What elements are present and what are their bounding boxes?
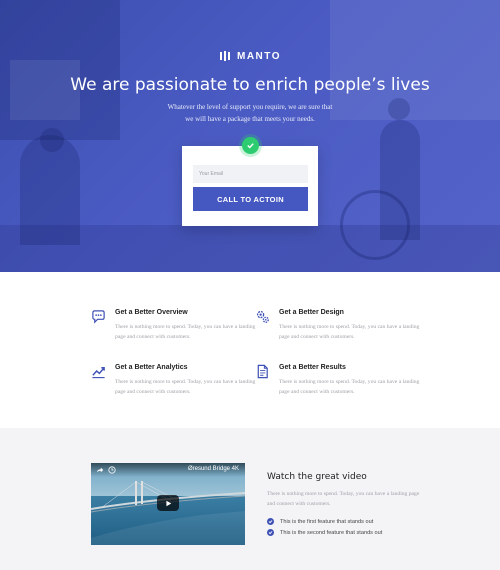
hero-subtitle-line: we will have a package that meets your n… — [185, 115, 315, 123]
hero-section: MANTO We are passionate to enrich people… — [0, 0, 500, 272]
video-heading: Watch the great video — [267, 472, 367, 482]
feature-title: Get a Better Results — [279, 364, 346, 371]
play-icon — [165, 500, 171, 506]
check-badge — [242, 137, 259, 154]
feature-text: There is nothing more to spend. Today, y… — [279, 379, 420, 395]
play-button[interactable] — [157, 495, 179, 511]
call-to-action-button[interactable]: CALL TO ACTOIN — [193, 187, 308, 211]
gears-icon — [256, 310, 269, 323]
video-description: There is nothing more to spend. Today, y… — [267, 491, 420, 507]
video-player[interactable]: Øresund Bridge 4K — [91, 463, 245, 545]
video-title[interactable]: Øresund Bridge 4K — [188, 466, 239, 472]
hero-title: We are passionate to enrich people’s liv… — [70, 75, 430, 95]
email-input[interactable] — [193, 165, 308, 183]
checkmark-icon — [247, 143, 254, 149]
brand[interactable]: MANTO — [0, 50, 500, 62]
feature-text: There is nothing more to spend. Today, y… — [279, 324, 420, 340]
document-icon — [257, 364, 268, 379]
check-circle-icon — [267, 529, 274, 536]
feature-text: There is nothing more to spend. Today, y… — [115, 324, 256, 340]
share-icon[interactable] — [96, 466, 104, 474]
chat-bubble-icon — [92, 310, 105, 324]
video-feature-item: This is the second feature that stands o… — [267, 529, 382, 536]
hero-background-photo — [0, 0, 500, 272]
video-feature-label: This is the second feature that stands o… — [280, 529, 383, 536]
feature-text: There is nothing more to spend. Today, y… — [115, 379, 256, 395]
feature-title: Get a Better Overview — [115, 309, 188, 316]
hero-subtitle: Whatever the level of support you requir… — [120, 101, 380, 125]
hero-subtitle-line: Whatever the level of support you requir… — [167, 103, 333, 111]
check-circle-icon — [267, 518, 274, 525]
video-feature-label: This is the first feature that stands ou… — [280, 518, 374, 525]
feature-title: Get a Better Analytics — [115, 364, 188, 371]
video-feature-item: This is the first feature that stands ou… — [267, 518, 373, 525]
feature-title: Get a Better Design — [279, 309, 344, 316]
brand-logo-icon — [220, 51, 230, 61]
signup-card — [182, 146, 318, 226]
clock-icon[interactable] — [108, 466, 116, 474]
trend-chart-icon — [92, 367, 105, 379]
brand-name: MANTO — [237, 50, 281, 62]
